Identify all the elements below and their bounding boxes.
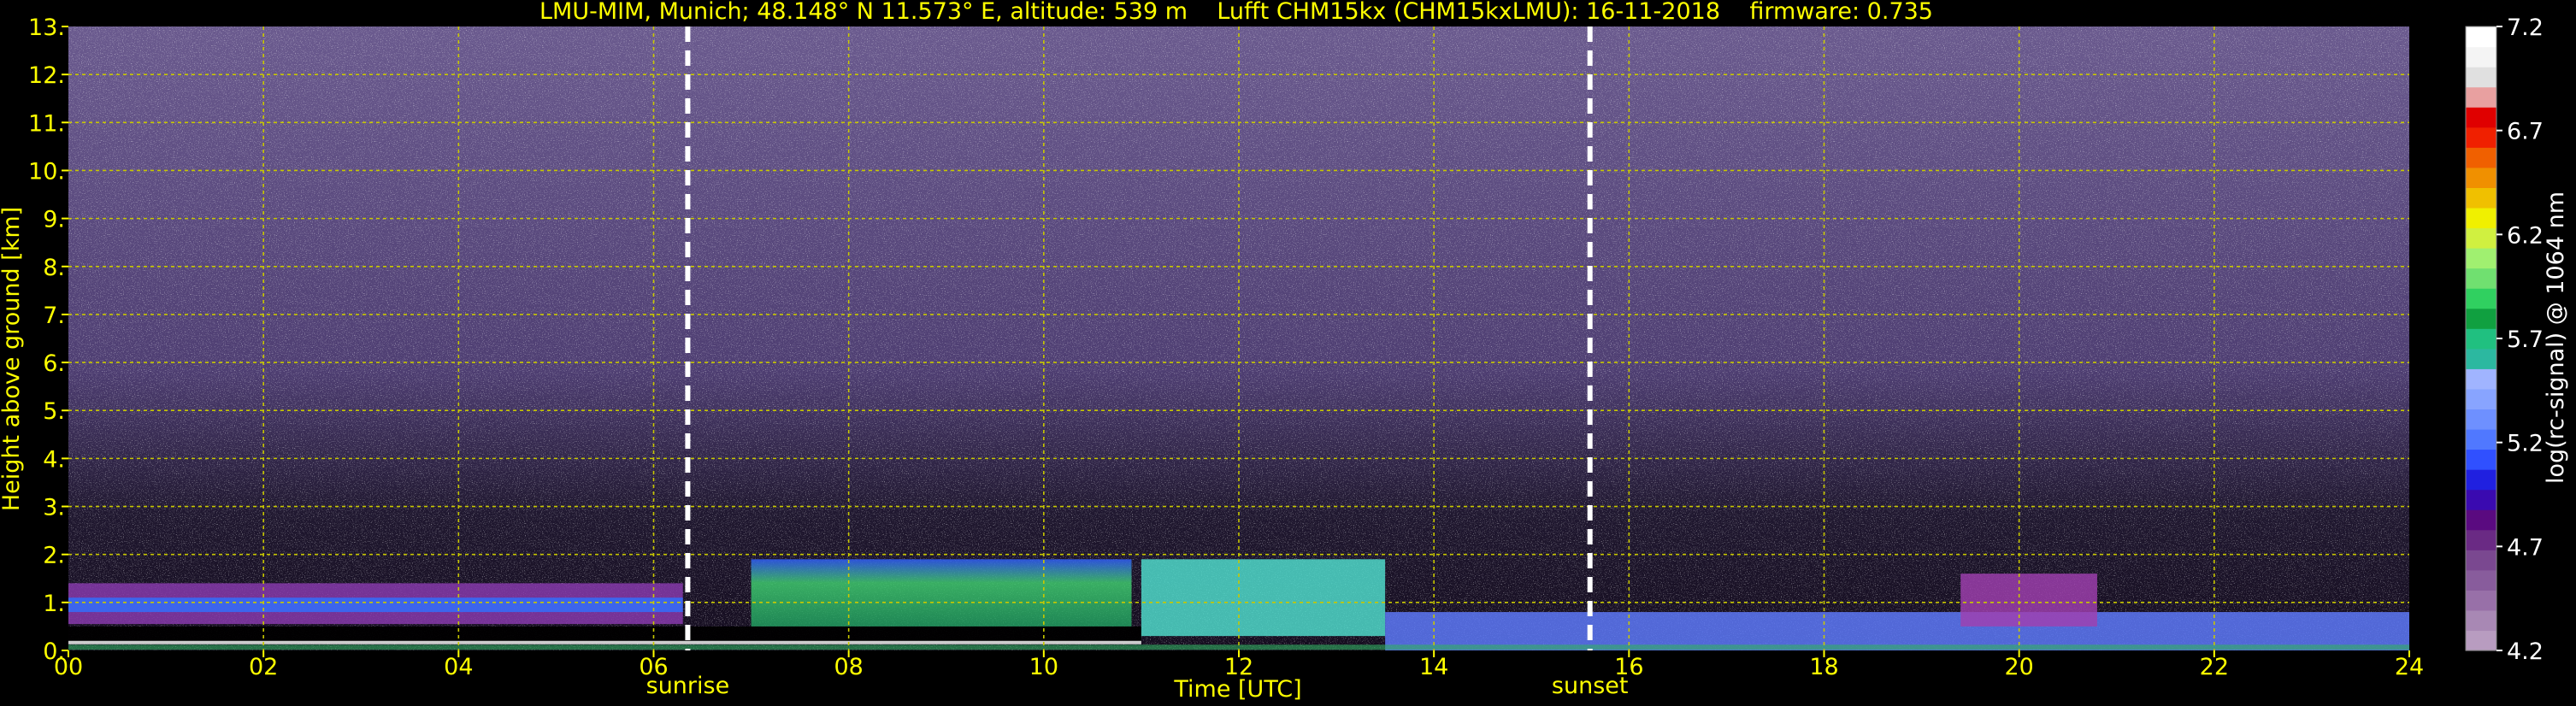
layer-blue-aerosol-band [68, 597, 683, 613]
colorbar-tick-label: 4.2 [2507, 638, 2544, 665]
colorbar-swatch [2466, 86, 2496, 108]
y-tick-label: 8. [43, 255, 65, 281]
colorbar-swatch [2466, 67, 2496, 88]
x-tick-label: 22 [2200, 654, 2229, 680]
y-tick-label: 0. [43, 638, 65, 665]
colorbar-tick-label: 7.2 [2507, 15, 2544, 41]
y-tick-label: 7. [43, 303, 65, 329]
colorbar-swatch [2466, 268, 2496, 289]
colorbar-swatch [2466, 288, 2496, 309]
x-tick-label: 24 [2395, 654, 2424, 680]
colorbar-swatch [2466, 569, 2496, 591]
y-tick-label: 5. [43, 398, 65, 425]
colorbar-swatch [2466, 26, 2496, 48]
colorbar-swatch [2466, 489, 2496, 510]
colorbar-swatch [2466, 368, 2496, 390]
surface-white-line [68, 640, 1141, 644]
x-tick-label: 04 [444, 654, 473, 680]
y-tick-label: 11. [28, 110, 65, 137]
x-tick-label: 08 [834, 654, 863, 680]
y-tick-label: 4. [43, 446, 65, 473]
colorbar-swatch [2466, 509, 2496, 531]
colorbar-swatch [2466, 308, 2496, 329]
colorbar: 4.2 4.7 5.2 5.7 6.2 6.7 7.2 [2465, 15, 2544, 665]
y-axis-label: Height above ground [km] [0, 207, 25, 511]
x-tick-label: 14 [1419, 654, 1448, 680]
colorbar-swatch [2466, 630, 2496, 651]
y-tick-label: 12. [28, 62, 65, 89]
noise-texture [68, 26, 2409, 650]
colorbar-tick-label: 5.7 [2507, 327, 2544, 353]
colorbar-swatch [2466, 550, 2496, 571]
colorbar-tick-label: 4.7 [2507, 534, 2544, 561]
y-tick-label: 1. [43, 591, 65, 617]
colorbar-swatch [2466, 328, 2496, 350]
colorbar-swatch [2466, 388, 2496, 410]
chart-title: LMU-MIM, Munich; 48.148° N 11.573° E, al… [539, 0, 1933, 25]
ceilometer-plot: 00 02 04 06 08 10 12 14 16 18 20 22 24 0.1.2.3.4.5.6… [0, 0, 2569, 703]
colorbar-swatch [2466, 167, 2496, 188]
colorbar-swatch [2466, 428, 2496, 450]
plot-area [68, 26, 2409, 650]
colorbar-swatch [2466, 469, 2496, 491]
y-tick-label: 2. [43, 543, 65, 569]
x-tick-label: 10 [1029, 654, 1058, 680]
sunset-label: sunset [1552, 673, 1629, 699]
colorbar-swatch [2466, 248, 2496, 269]
colorbar-swatch [2466, 609, 2496, 632]
layer-broken-clouds [1141, 559, 1386, 637]
colorbar-swatch [2466, 590, 2496, 611]
colorbar-swatch [2466, 107, 2496, 128]
colorbar-swatch [2466, 207, 2496, 229]
y-tick-label: 9. [43, 207, 65, 233]
colorbar-tick-label: 6.2 [2507, 222, 2544, 249]
x-tick-label: 02 [249, 654, 278, 680]
colorbar-swatch [2466, 187, 2496, 209]
colorbar-swatch [2466, 409, 2496, 430]
colorbar-swatch [2466, 46, 2496, 68]
colorbar-tick-label: 6.7 [2507, 119, 2544, 145]
layer-growing-mixed-layer [751, 559, 1132, 627]
colorbar-swatch [2466, 529, 2496, 550]
y-tick-label: 13. [28, 15, 65, 41]
y-tick-label: 10. [28, 158, 65, 185]
sunrise-label: sunrise [646, 673, 730, 699]
colorbar-swatch [2466, 348, 2496, 369]
y-tick-label: 3. [43, 495, 65, 521]
colorbar-tick-label: 5.2 [2507, 431, 2544, 457]
layer-strong-near-surface-layer [68, 626, 1141, 644]
colorbar-swatch [2466, 449, 2496, 470]
x-axis-label: Time [UTC] [1173, 676, 1301, 703]
colorbar-label: log(rc-signal) @ 1064 nm [2543, 191, 2569, 484]
x-tick-label: 20 [2004, 654, 2033, 680]
y-tick-label: 6. [43, 350, 65, 377]
colorbar-swatch [2466, 126, 2496, 148]
colorbar-swatch [2466, 147, 2496, 168]
x-tick-label: 18 [1809, 654, 1838, 680]
layer-evening-cloud-layer [1960, 574, 2097, 627]
y-axis: 0. 1. 2. 3. 4. 5. 6. 7. 8. 9. 10. 11. 12. 13. [28, 15, 68, 665]
colorbar-swatch [2466, 227, 2496, 249]
